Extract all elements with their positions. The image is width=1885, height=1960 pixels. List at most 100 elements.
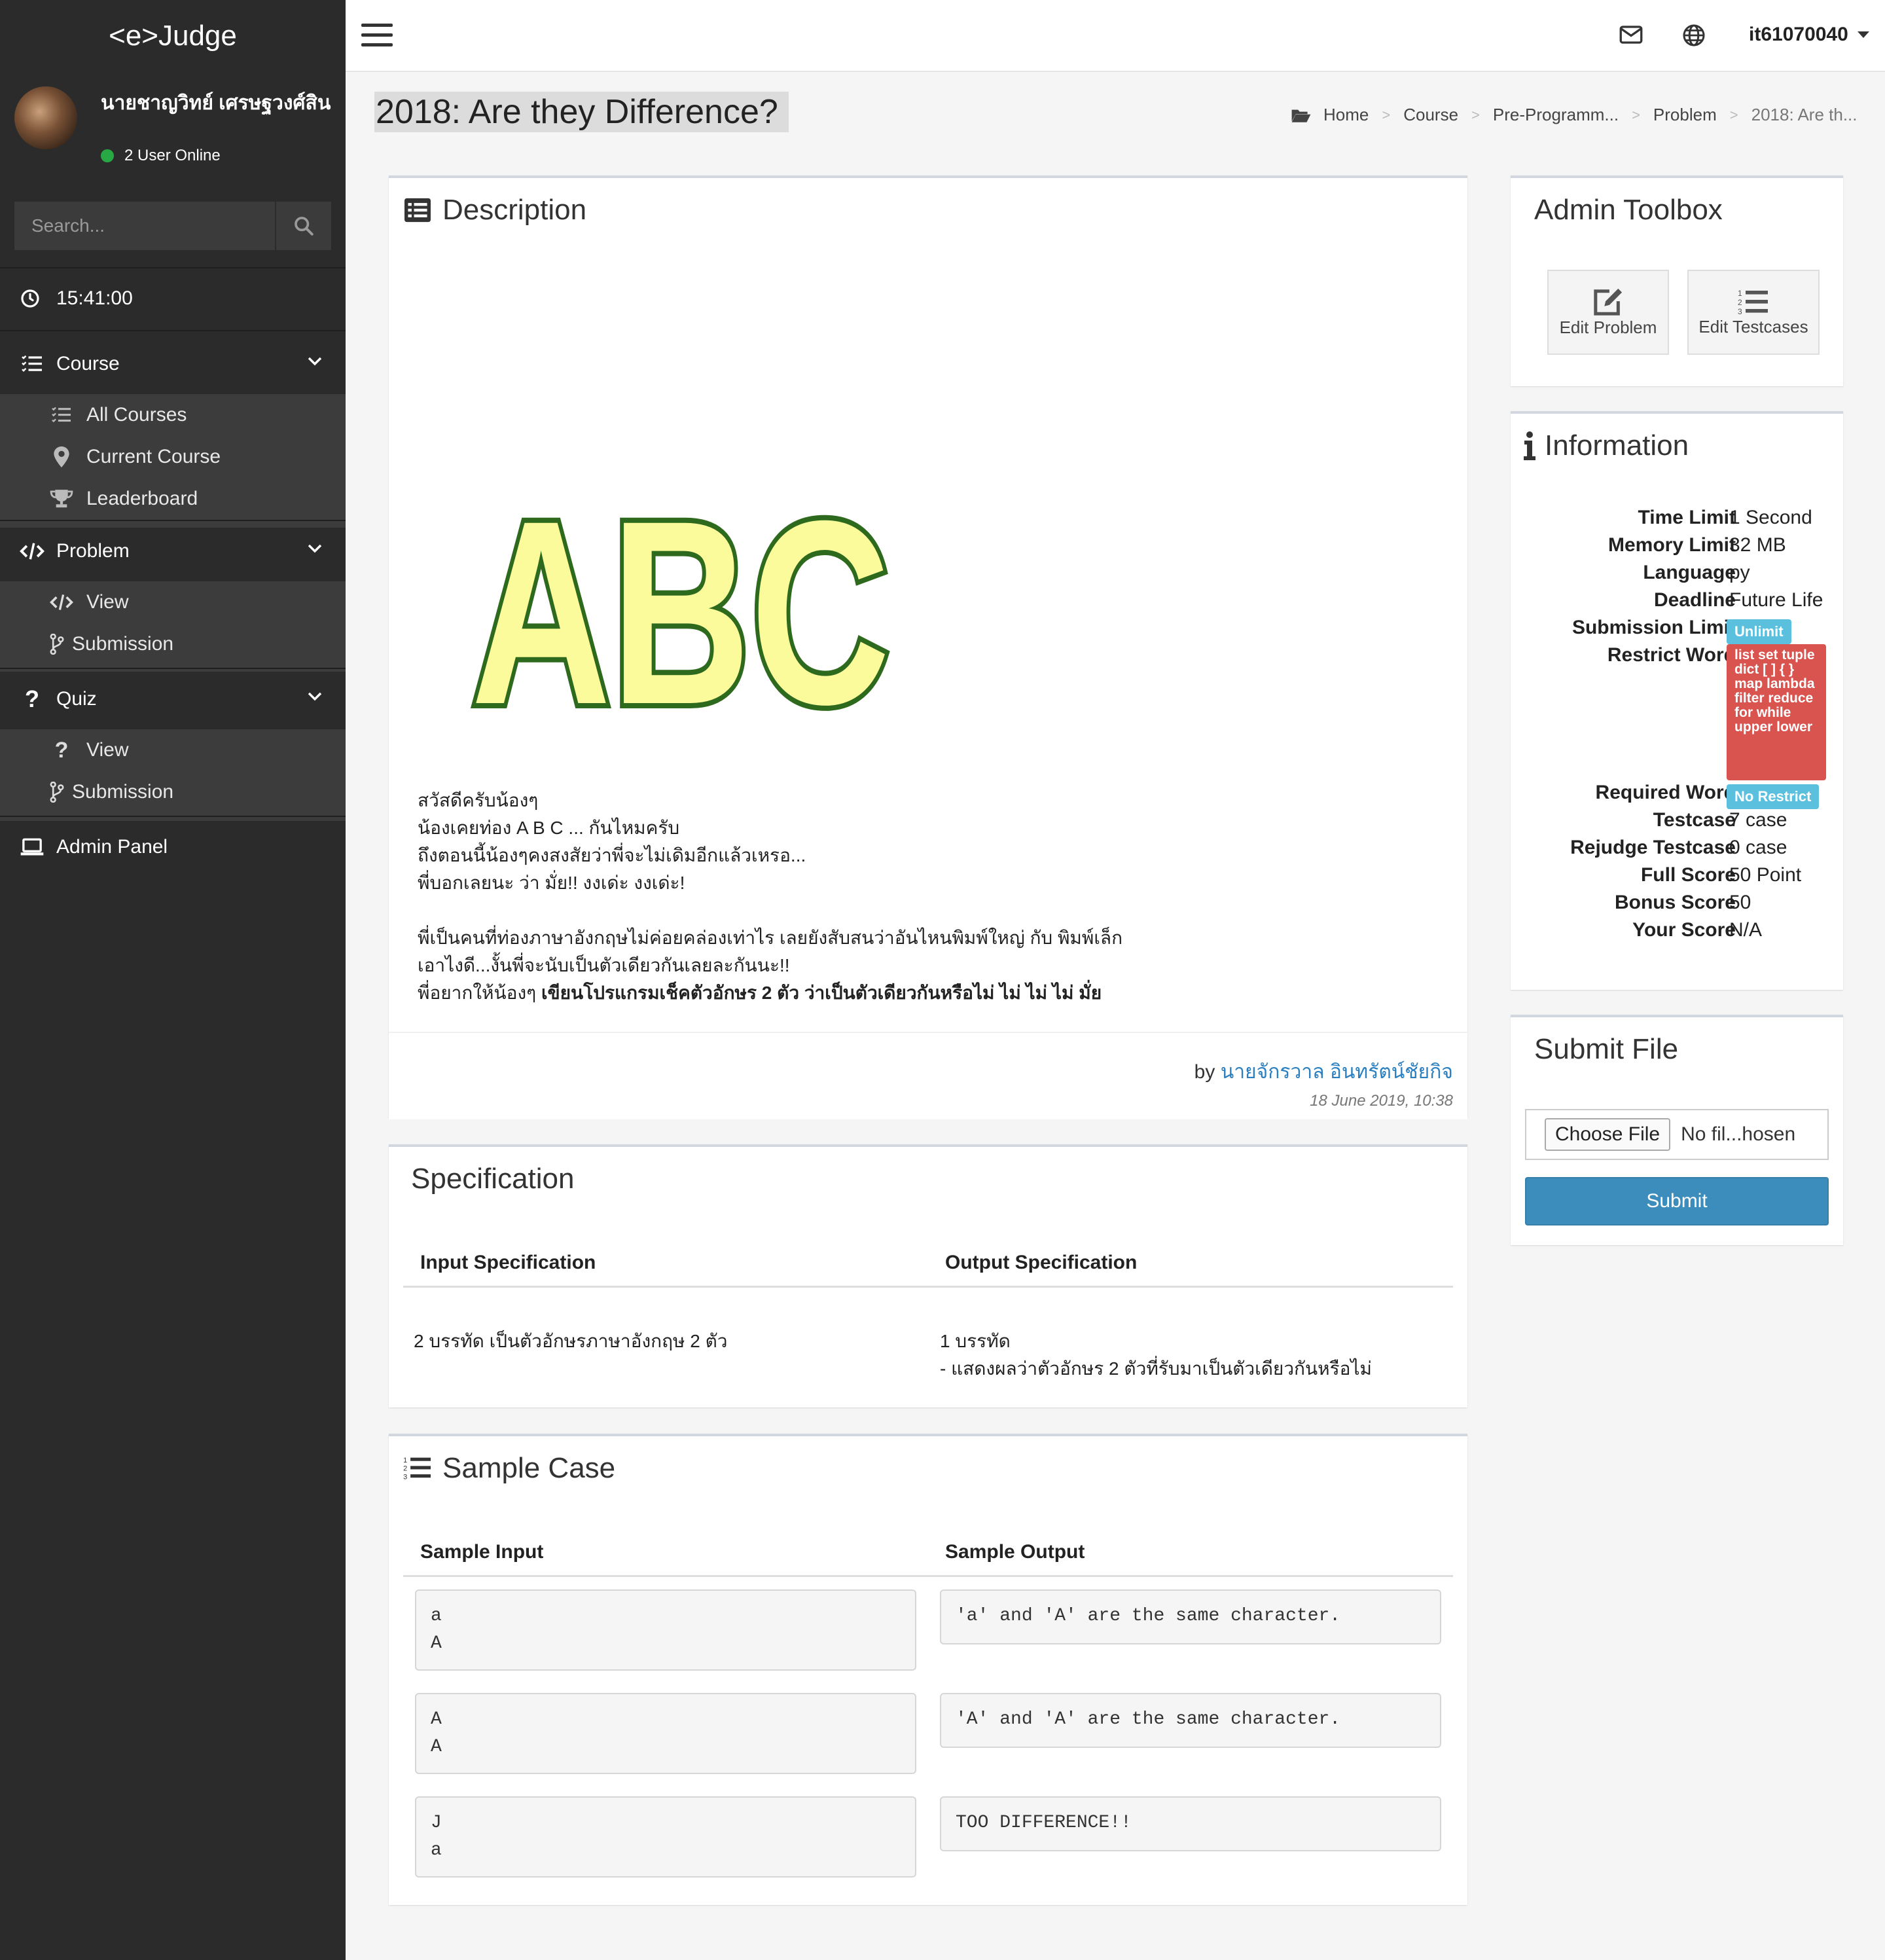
author-link[interactable]: นายจักรวาล อินทรัตน์ชัยกิจ [1221,1061,1453,1083]
info-value: 50 Point [1729,864,1802,886]
info-restrict-word: Restrict Word list set tuple dict [ ] { }… [1511,644,1864,780]
author-line: by นายจักรวาล อินทรัตน์ชัยกิจ [1194,1057,1453,1087]
output-spec-text: 1 บรรทัด - แสดงผลว่าตัวอักษร 2 ตัวที่รับ… [940,1328,1372,1383]
sidebar-item-current-course[interactable]: Current Course [0,436,346,478]
breadcrumb-home[interactable]: Home [1323,105,1369,125]
specification-card: Specification Input Specification Output… [389,1144,1467,1407]
sample-output-1[interactable]: 'a' and 'A' are the same character. [940,1589,1441,1644]
svg-text:3: 3 [1738,307,1742,316]
breadcrumb-separator: > [1729,106,1738,123]
sidebar-item-problem-submission[interactable]: Submission [0,623,346,665]
sidebar-item-all-courses[interactable]: All Courses [0,394,346,436]
info-value: 7 case [1729,809,1787,831]
specification-title: Specification [411,1163,575,1195]
info-value: 50 [1729,892,1751,913]
sidebar-item-leaderboard[interactable]: Leaderboard [0,478,346,520]
info-deadline: Deadline Future Life [1511,589,1864,617]
edit-testcases-button[interactable]: 123 Edit Testcases [1687,270,1820,355]
clock-time: 15:41:00 [56,287,133,309]
abc-image-text: ABC [471,466,890,755]
edit-problem-label: Edit Problem [1559,317,1657,337]
table-divider [403,1575,1453,1577]
app-logo[interactable]: <e>Judge [0,0,346,72]
search-button[interactable] [275,202,331,250]
restrict-word-badge: list set tuple dict [ ] { } map lambda f… [1727,644,1826,780]
admin-toolbox-card: Admin Toolbox Edit Problem 123 Edit Test… [1511,175,1843,386]
user-menu[interactable]: it61070040 [1749,24,1869,46]
admin-toolbox-title: Admin Toolbox [1534,194,1723,226]
sample-input-3[interactable]: J a [415,1796,916,1878]
description-line-prefix: พี่อยากให้น้องๆ [418,983,541,1003]
sidebar-item-quiz-view[interactable]: ? View [0,729,346,771]
divider [0,330,346,331]
info-language: Language py [1511,562,1864,589]
info-value: N/A [1729,919,1763,941]
description-emphasis: เขียนโปรแกรมเช็คตัวอักษร 2 ตัว ว่าเป็นตั… [541,983,1102,1003]
submit-file-card: Submit File Choose File No fil...hosen S… [1511,1015,1843,1245]
admin-panel-label: Admin Panel [56,836,168,858]
sample-input-header: Sample Input [420,1541,544,1563]
sample-input-1[interactable]: a A [415,1589,916,1671]
menu-problem-header[interactable]: Problem [0,521,346,581]
svg-text:1: 1 [1738,289,1742,298]
breadcrumb-pre-programming[interactable]: Pre-Programm... [1493,105,1619,125]
submit-file-title: Submit File [1534,1033,1679,1065]
breadcrumb-problem[interactable]: Problem [1653,105,1717,125]
info-label: Time Limit [1638,507,1736,528]
info-label: Submission Limit [1571,617,1736,638]
sidebar-item-admin-panel[interactable]: Admin Panel [0,817,346,877]
info-value: Future Life [1729,589,1823,611]
choose-file-button[interactable]: Choose File [1545,1118,1671,1151]
sample-output-2[interactable]: 'A' and 'A' are the same character. [940,1693,1441,1748]
edit-testcases-label: Edit Testcases [1698,316,1808,336]
sample-case-title: Sample Case [442,1452,616,1484]
envelope-icon[interactable] [1619,25,1643,45]
code-icon [20,542,45,560]
breadcrumb-separator: > [1632,106,1640,123]
description-line: เอาไงดี...งั้นพี่จะนับเป็นตัวเดียวกันเลย… [418,955,790,975]
no-restrict-badge: No Restrict [1727,784,1820,809]
breadcrumb-course[interactable]: Course [1403,105,1458,125]
sidebar-item-problem-view[interactable]: View [0,581,346,623]
info-time-limit: Time Limit 1 Second [1511,507,1864,534]
menu-problem: Problem View Submission [0,521,346,672]
sample-input-2[interactable]: A A [415,1693,916,1774]
edit-problem-button[interactable]: Edit Problem [1547,270,1669,355]
trophy-icon [50,488,73,509]
abc-letters-image: ABC [466,461,895,755]
file-input[interactable]: Choose File No fil...hosen [1525,1109,1829,1160]
question-icon: ? [25,685,39,712]
information-title: Information [1545,429,1689,462]
info-label: Full Score [1640,864,1736,886]
topbar: it61070040 [346,0,1885,72]
sidebar-item-label: Submission [72,633,174,655]
quiz-submenu: ? View Submission [0,729,346,821]
menu-course-header[interactable]: Course [0,334,346,394]
hamburger-menu-icon[interactable] [361,24,393,47]
info-icon [1524,431,1535,460]
info-testcase: Testcase 7 case [1511,809,1864,837]
chevron-down-icon [308,544,322,553]
sample-output-3[interactable]: TOO DIFFERENCE!! [940,1796,1441,1851]
submit-button[interactable]: Submit [1525,1177,1829,1225]
info-value: 0 case [1729,837,1787,858]
author-by: by [1194,1061,1215,1083]
chevron-down-icon [308,357,322,366]
description-footer: by นายจักรวาล อินทรัตน์ชัยกิจ 18 June 20… [389,1032,1467,1119]
description-heading: Description [403,194,586,227]
course-submenu: All Courses Current Course Leaderboard [0,394,346,528]
info-bonus-score: Bonus Score 50 [1511,892,1864,919]
search-icon [295,217,314,236]
sidebar-item-quiz-submission[interactable]: Submission [0,771,346,813]
post-date: 18 June 2019, 10:38 [1310,1092,1453,1110]
svg-text:2: 2 [403,1465,407,1473]
code-branch-icon [48,634,65,655]
globe-icon[interactable] [1682,24,1706,47]
sample-output-header: Sample Output [945,1541,1085,1563]
list-ol-icon: 123 [403,1457,431,1481]
sidebar-item-label: View [86,739,129,761]
sidebar-item-label: Current Course [86,446,221,467]
menu-quiz-header[interactable]: ? Quiz [0,669,346,729]
search-input[interactable] [14,202,276,250]
description-line: พี่อยากให้น้องๆ เขียนโปรแกรมเช็คตัวอักษร… [418,979,1122,1007]
